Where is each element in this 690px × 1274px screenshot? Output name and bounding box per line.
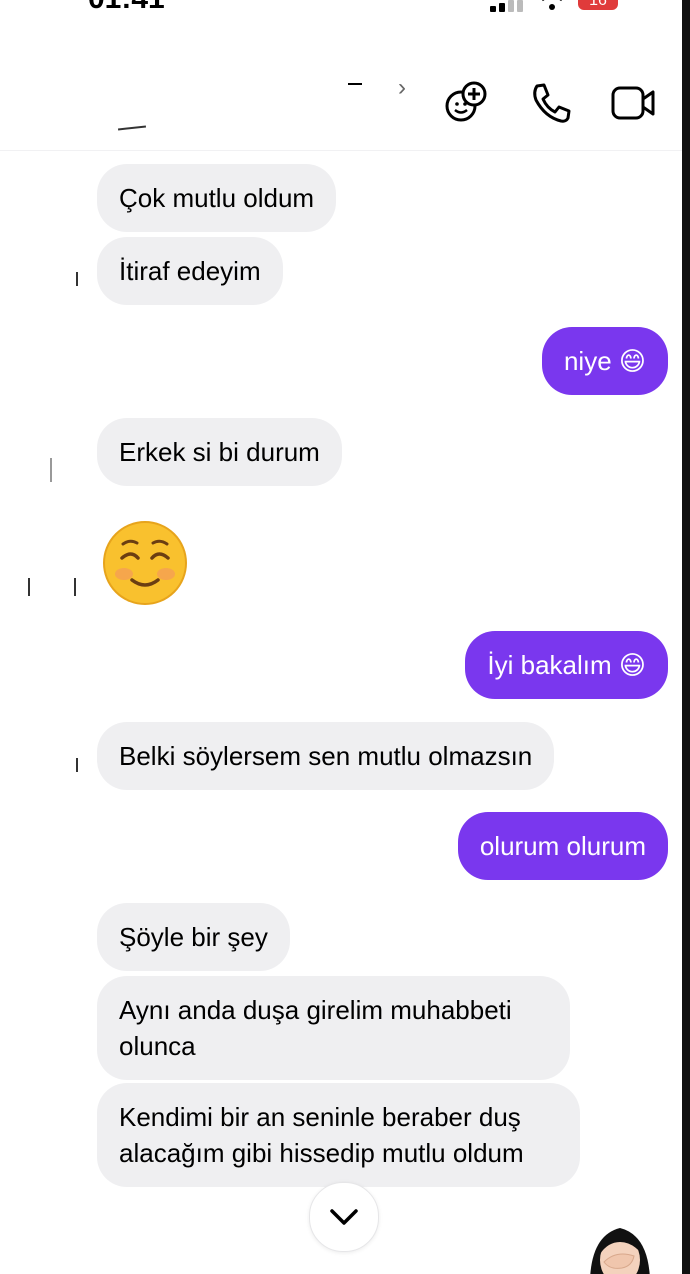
message-bubble-incoming[interactable]: Aynı anda duşa girelim muhabbeti olunca <box>97 976 570 1080</box>
chevron-down-icon <box>330 1209 358 1225</box>
people-add-icon[interactable] <box>443 80 489 126</box>
message-bubble-incoming[interactable]: Erkek si bi durum <box>97 418 342 486</box>
phone-icon[interactable] <box>528 80 574 126</box>
message-bubble-outgoing[interactable]: İyi bakalım 😄 <box>465 631 668 699</box>
status-time: 01:41 <box>88 0 165 16</box>
contact-name-redacted[interactable] <box>348 83 362 85</box>
screen-edge <box>682 0 690 1274</box>
chat-header: › <box>0 40 682 151</box>
message-bubble-incoming[interactable]: Çok mutlu oldum <box>97 164 337 232</box>
message-emoji-incoming[interactable] <box>102 520 188 606</box>
contact-status-redacted <box>117 125 147 131</box>
read-marker <box>74 578 76 596</box>
chat-screen: 01:41 16 › <box>0 0 682 1274</box>
read-marker <box>28 578 30 596</box>
message-bubble-incoming[interactable]: Kendimi bir an seninle beraber duş alaca… <box>97 1083 580 1187</box>
message-bubble-incoming[interactable]: Belki söylersem sen mutlu olmazsın <box>97 722 555 790</box>
video-camera-icon[interactable] <box>610 80 656 126</box>
wifi-icon <box>540 0 564 17</box>
battery-icon: 16 <box>578 0 618 10</box>
read-marker <box>50 458 52 482</box>
facepalm-sticker[interactable] <box>582 1216 658 1274</box>
read-marker <box>76 272 78 286</box>
scroll-to-bottom-button[interactable] <box>309 1182 379 1252</box>
read-marker <box>76 758 78 772</box>
message-bubble-outgoing[interactable]: olurum olurum <box>457 812 668 880</box>
chevron-right-icon[interactable]: › <box>398 74 406 102</box>
message-bubble-incoming[interactable]: Şöyle bir şey <box>97 903 290 971</box>
message-bubble-incoming[interactable]: İtiraf edeyim <box>97 237 283 305</box>
signal-icon <box>490 0 524 12</box>
message-bubble-outgoing[interactable]: niye 😄 <box>541 327 668 395</box>
